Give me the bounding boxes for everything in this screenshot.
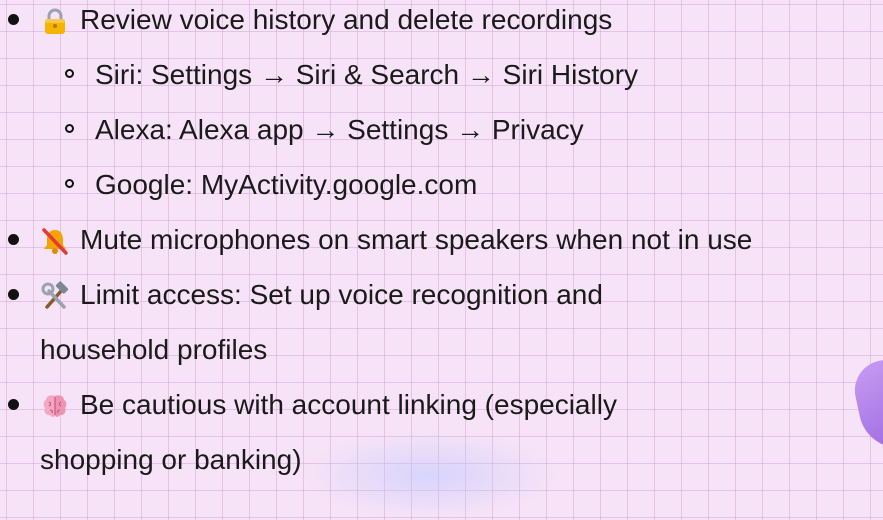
list-item-continuation-text: household profiles <box>40 334 268 365</box>
decorative-glow <box>300 430 560 520</box>
lock-icon <box>40 6 70 36</box>
list-item-text: Mute microphones on smart speakers when … <box>80 224 753 255</box>
muted-bell-icon <box>40 226 70 256</box>
bullet-dot <box>8 234 19 245</box>
sub-list-item-text: Google: MyActivity.google.com <box>95 169 478 200</box>
bullet-dot <box>8 289 19 300</box>
decorative-shape <box>849 354 883 456</box>
hammer-and-wrench-icon <box>40 281 70 311</box>
sub-list-item-text: Alexa: Alexa app → Settings → Privacy <box>95 114 584 145</box>
bullet-ring <box>65 124 74 133</box>
list-item-text: Review voice history and delete recordin… <box>80 4 613 35</box>
sub-list-item-text: Siri: Settings → Siri & Search → Siri Hi… <box>95 59 639 90</box>
slide: Review voice history and delete recordin… <box>0 0 883 520</box>
bullet-dot <box>8 14 19 25</box>
brain-icon <box>40 391 70 421</box>
list-item-text: Be cautious with account linking (especi… <box>80 389 617 420</box>
bullet-ring <box>65 179 74 188</box>
bullet-ring <box>65 69 74 78</box>
list-item-text: Limit access: Set up voice recognition a… <box>80 279 603 310</box>
list-item-continuation-text: shopping or banking) <box>40 444 302 475</box>
bullet-dot <box>8 399 19 410</box>
